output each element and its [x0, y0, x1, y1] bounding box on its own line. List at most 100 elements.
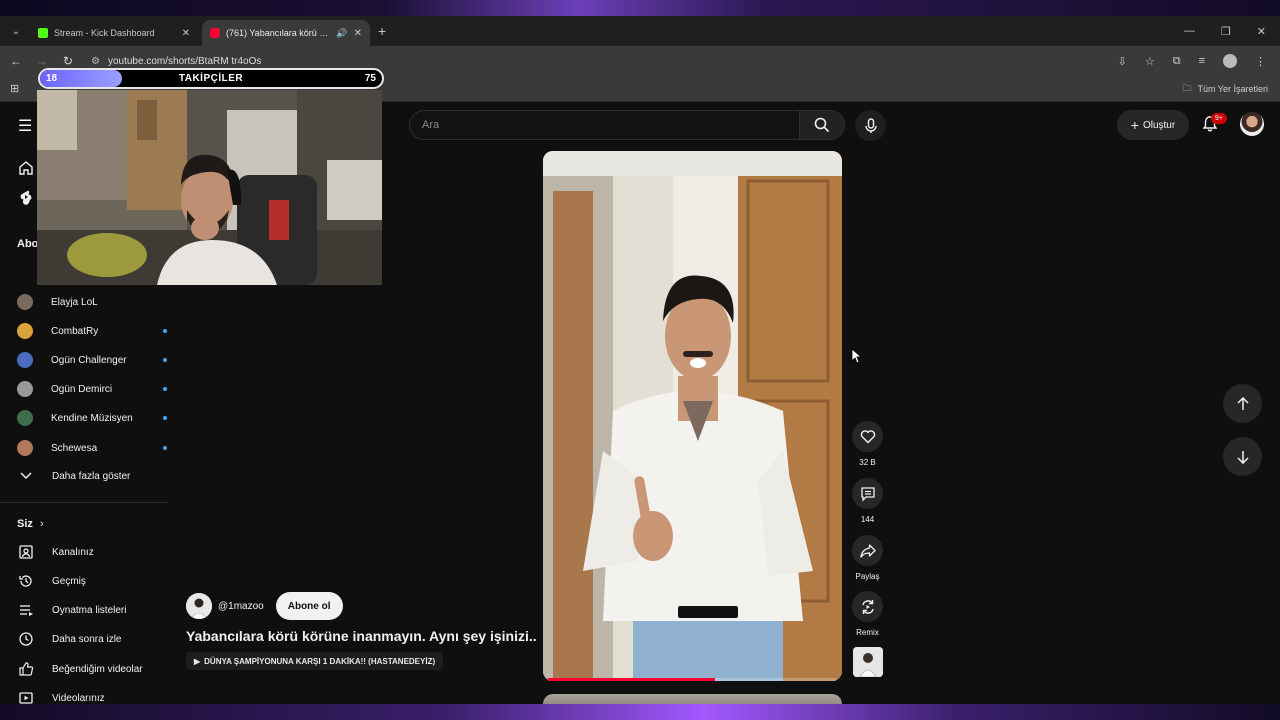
tab-youtube-short[interactable]: (761) Yabancılara körü körü 🔊 ✕ [202, 20, 370, 46]
share-button[interactable] [852, 535, 883, 566]
close-icon[interactable]: ✕ [354, 28, 362, 39]
apps-grid-icon[interactable]: ⊞ [10, 82, 19, 95]
like-action: 32 B [852, 421, 883, 467]
playlist-icon [17, 601, 35, 619]
subscription-item[interactable]: CombatRy [17, 320, 167, 342]
channel-avatar [17, 294, 33, 310]
next-short-button[interactable] [1223, 437, 1262, 476]
avatar[interactable] [1240, 112, 1264, 136]
remix-button[interactable] [852, 591, 883, 622]
new-tab-button[interactable]: + [378, 23, 386, 39]
short-video-player[interactable] [543, 151, 842, 681]
url-text: youtube.com/shorts/BtaRM tr4oOs [107, 55, 262, 67]
sidebar-item-history[interactable]: Geçmiş [17, 570, 167, 592]
new-content-dot [163, 446, 167, 450]
subscription-item[interactable]: Elayja LoL [17, 291, 167, 313]
you-heading[interactable]: Siz › [17, 518, 44, 530]
subscribe-button[interactable]: Abone ol [275, 592, 343, 620]
show-more-button[interactable]: Daha fazla göster [17, 465, 167, 487]
back-arrow-icon[interactable]: ← [3, 54, 29, 68]
remix-icon [861, 599, 874, 614]
stream-border-bottom [0, 704, 1280, 720]
like-count: 32 B [859, 458, 876, 467]
channel-name: Elayja LoL [51, 296, 98, 308]
menu-dots-icon[interactable]: ⋮ [1255, 55, 1266, 68]
play-icon: ▶ [194, 656, 201, 666]
sidebar-item-liked-videos[interactable]: Beğendiğim videolar [17, 658, 167, 680]
folder-icon: 🗀 [1182, 82, 1192, 93]
tab-title: (761) Yabancılara körü körü [226, 28, 333, 38]
new-content-dot [163, 358, 167, 362]
search-placeholder: Ara [422, 119, 440, 131]
channel-avatar[interactable] [186, 593, 212, 619]
sidebar-item-watch-later[interactable]: Daha sonra izle [17, 628, 167, 650]
close-icon[interactable]: ✕ [182, 28, 190, 39]
video-progress-bar[interactable] [548, 678, 836, 681]
follower-goal-bar: 18 TAKİPÇİLER 75 [38, 68, 384, 89]
media-controls-icon[interactable]: ≡ [1199, 55, 1205, 67]
chevron-down-icon [17, 467, 35, 485]
profile-icon[interactable] [1223, 54, 1237, 68]
like-button[interactable] [852, 421, 883, 452]
tab-search-button[interactable]: ⌄ [6, 21, 26, 41]
related-video-chip[interactable]: ▶ DÜNYA ŞAMPİYONUNA KARŞI 1 DAKİKA!! (HA… [186, 652, 444, 670]
browser-tab-bar: ⌄ Stream - Kick Dashboard ✕ (761) Yabanc… [0, 16, 1280, 46]
sidebar-item-your-channel[interactable]: Kanalınız [17, 541, 167, 563]
subscription-item[interactable]: Ogün Demirci [17, 378, 167, 400]
mouse-cursor-icon [851, 348, 861, 364]
forward-arrow-icon[interactable]: → [29, 54, 55, 68]
comment-action: 144 [852, 478, 883, 524]
heart-icon [860, 430, 875, 444]
shorts-icon[interactable] [17, 188, 35, 206]
channel-handle[interactable]: @1mazoo [218, 601, 264, 612]
video-frame [543, 151, 842, 681]
new-content-dot [163, 329, 167, 333]
address-bar[interactable]: ⚙ youtube.com/shorts/BtaRM tr4oOs [91, 56, 261, 67]
reload-icon[interactable]: ↻ [55, 54, 81, 68]
share-label: Paylaş [855, 572, 880, 581]
sidebar-item-label: Daha sonra izle [52, 633, 122, 645]
subscription-item[interactable]: Kendine Müzisyen [17, 407, 167, 429]
arrow-down-icon [1236, 450, 1249, 464]
close-window-icon[interactable]: ✕ [1257, 25, 1266, 38]
related-video-title: DÜNYA ŞAMPİYONUNA KARŞI 1 DAKİKA!! (HAST… [204, 656, 436, 666]
sidebar-item-playlists[interactable]: Oynatma listeleri [17, 599, 167, 621]
create-label: Oluştur [1142, 119, 1176, 131]
search-button[interactable] [799, 110, 845, 140]
youtube-icon [210, 28, 220, 38]
comment-button[interactable] [852, 478, 883, 509]
extensions-icon[interactable]: ⧉ [1173, 55, 1181, 68]
short-title[interactable]: Yabancılara körü körüne inanmayın. Aynı … [186, 628, 536, 644]
arrow-up-icon [1236, 396, 1249, 410]
all-bookmarks-button[interactable]: 🗀 Tüm Yer İşaretleri [1182, 81, 1280, 97]
liked-icon [17, 660, 35, 678]
channel-avatar [17, 440, 33, 456]
channel-avatar [17, 410, 33, 426]
show-more-label: Daha fazla göster [52, 470, 131, 482]
search-input[interactable]: Ara [409, 110, 799, 140]
minimize-icon[interactable]: — [1184, 25, 1195, 38]
subscription-item[interactable]: Schewesa [17, 437, 167, 459]
bookmark-star-icon[interactable]: ☆ [1145, 55, 1155, 68]
home-icon[interactable] [17, 159, 35, 177]
chevron-right-icon: › [39, 518, 44, 530]
sidebar-item-label: Videolarınız [52, 692, 105, 704]
channel-name: Schewesa [51, 442, 98, 454]
previous-short-button[interactable] [1223, 384, 1262, 423]
stream-border-top [0, 0, 1280, 16]
comment-icon [860, 486, 875, 502]
create-button[interactable]: + Oluştur [1117, 110, 1189, 140]
channel-name: CombatRy [51, 325, 99, 337]
maximize-icon[interactable]: ❐ [1221, 25, 1231, 38]
sound-thumbnail[interactable] [853, 647, 883, 677]
subscription-item[interactable]: Ogün Challenger [17, 349, 167, 371]
new-content-dot [163, 416, 167, 420]
tab-kick-dashboard[interactable]: Stream - Kick Dashboard ✕ [30, 20, 198, 46]
audio-playing-icon[interactable]: 🔊 [336, 28, 347, 39]
menu-icon[interactable]: ☰ [18, 116, 32, 136]
voice-search-button[interactable] [855, 110, 886, 141]
install-app-icon[interactable]: ⇩ [1118, 55, 1127, 68]
subscriptions-heading[interactable]: Abo [17, 238, 38, 250]
channel-avatar [17, 381, 33, 397]
site-info-icon[interactable]: ⚙ [91, 56, 100, 67]
